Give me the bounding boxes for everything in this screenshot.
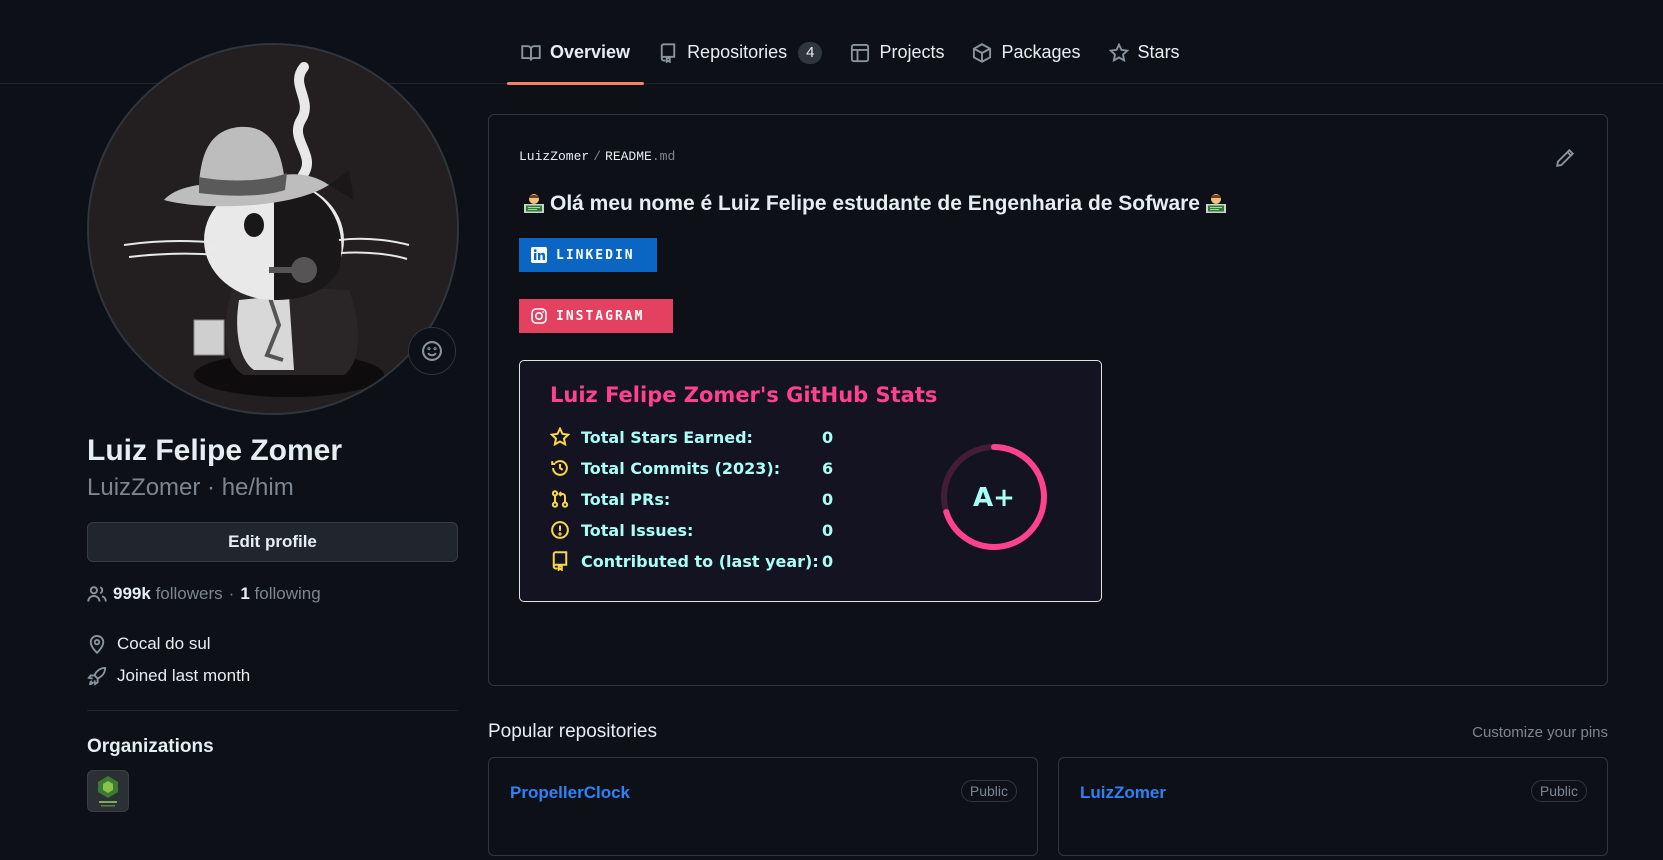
repo-name-link[interactable]: PropellerClock [510, 783, 630, 803]
stat-label: Total Commits (2023): [581, 458, 781, 478]
linkedin-badge-label: LINKEDIN [556, 247, 635, 263]
technologist-emoji-icon [1204, 193, 1228, 215]
sidebar-divider [87, 710, 458, 711]
tab-overview[interactable]: Overview [507, 30, 645, 85]
readme-owner-link[interactable]: LuizZomer [519, 149, 589, 164]
avatar[interactable] [87, 43, 459, 415]
following-label: following [254, 584, 321, 603]
repo-visibility-badge: Public [1530, 780, 1587, 802]
readme-path: LuizZomer / README.md [519, 149, 675, 164]
tab-projects[interactable]: Projects [836, 30, 958, 78]
linkedin-icon [531, 247, 547, 263]
stat-row-issues: Total Issues: 0 [550, 518, 833, 542]
stat-row-commits: Total Commits (2023): 6 [550, 456, 833, 480]
avatar-detective-cat-image [89, 45, 457, 413]
repo-icon [660, 43, 676, 63]
stat-label: Total Stars Earned: [581, 427, 753, 447]
star-icon [1108, 43, 1129, 63]
tab-label: Stars [1137, 42, 1180, 62]
pull-request-icon [551, 490, 569, 508]
stat-label: Total PRs: [581, 489, 671, 509]
organization-logo-icon [98, 776, 118, 807]
set-status-button[interactable] [408, 327, 456, 375]
stat-value: 0 [822, 520, 834, 540]
stat-value: 6 [822, 458, 834, 478]
repositories-count-badge: 4 [798, 42, 823, 64]
pinned-repo-card: LuizZomer Public [1058, 757, 1608, 856]
instagram-badge-link[interactable]: INSTAGRAM [519, 299, 673, 333]
rocket-icon [87, 666, 107, 686]
tab-label: Projects [879, 42, 945, 62]
separator-dot: · [228, 584, 235, 603]
history-icon [551, 460, 568, 476]
stat-value: 0 [822, 489, 834, 509]
repo-icon [552, 551, 568, 571]
instagram-icon [531, 308, 547, 324]
location-pin-icon [89, 634, 105, 654]
stat-value: 0 [822, 427, 834, 447]
organizations-heading: Organizations [87, 736, 214, 757]
book-icon [521, 45, 541, 61]
github-stats-card: Luiz Felipe Zomer's GitHub Stats Total S… [519, 360, 1102, 602]
tab-repositories[interactable]: Repositories 4 [644, 30, 836, 78]
tab-label: Packages [1001, 42, 1081, 62]
stat-row-contributed: Contributed to (last year): 0 [550, 549, 833, 573]
stat-row-stars: Total Stars Earned: 0 [550, 425, 833, 449]
tab-stars[interactable]: Stars [1095, 30, 1194, 78]
package-icon [973, 43, 992, 63]
tab-list: Overview Repositories 4 Projects Package… [507, 30, 1194, 85]
smiley-icon [422, 341, 442, 361]
joined-text: Joined last month [117, 666, 251, 685]
location-text: Cocal do sul [117, 634, 211, 653]
followers-label: followers [155, 584, 223, 603]
path-separator: / [593, 149, 602, 164]
stats-title: Luiz Felipe Zomer's GitHub Stats [550, 383, 938, 407]
profile-full-name: Luiz Felipe Zomer [87, 434, 343, 467]
customize-pins-link[interactable]: Customize your pins [1472, 724, 1608, 741]
instagram-badge-label: INSTAGRAM [556, 308, 645, 324]
location-row: Cocal do sul [87, 634, 211, 654]
tab-label: Repositories [687, 42, 788, 62]
profile-login-pronouns: LuizZomer · he/him [87, 474, 294, 501]
tab-label: Overview [550, 42, 631, 62]
rank-grade: A+ [973, 483, 1015, 513]
repo-visibility-badge: Public [960, 780, 1017, 802]
stat-label: Contributed to (last year): [581, 551, 819, 571]
edit-profile-button[interactable]: Edit profile [87, 522, 458, 562]
pencil-icon [1556, 148, 1575, 167]
popular-repositories-heading: Popular repositories [488, 721, 657, 742]
rank-ring: A+ [941, 444, 1047, 550]
followers-link[interactable]: 999k followers [113, 584, 223, 604]
readme-heading: Olá meu nome é Luiz Felipe estudante de … [522, 192, 1228, 216]
joined-row: Joined last month [87, 666, 250, 686]
organization-avatar[interactable] [87, 770, 129, 812]
edit-readme-button[interactable] [1555, 148, 1577, 170]
following-link[interactable]: 1 following [240, 584, 320, 604]
readme-heading-text: Olá meu nome é Luiz Felipe estudante de … [550, 192, 1200, 215]
follow-stats: 999k followers · 1 following [87, 584, 321, 604]
pinned-repo-card: PropellerClock Public [488, 757, 1038, 856]
tab-packages[interactable]: Packages [958, 30, 1094, 78]
readme-file-name[interactable]: README [605, 149, 652, 164]
readme-file-ext: .md [651, 149, 676, 164]
linkedin-badge-link[interactable]: LINKEDIN [519, 238, 657, 272]
following-count: 1 [240, 584, 250, 603]
issue-icon [551, 521, 569, 539]
profile-readme-card: LuizZomer / README.md Olá meu nome é Luiz … [488, 114, 1608, 686]
table-icon [851, 43, 870, 63]
repo-name-link[interactable]: LuizZomer [1080, 783, 1166, 803]
star-icon [550, 427, 570, 447]
stat-value: 0 [822, 551, 834, 571]
people-icon [87, 586, 107, 602]
stat-row-prs: Total PRs: 0 [550, 487, 833, 511]
stat-label: Total Issues: [581, 520, 694, 540]
technologist-emoji-icon [522, 193, 546, 215]
followers-count: 999k [113, 584, 151, 603]
